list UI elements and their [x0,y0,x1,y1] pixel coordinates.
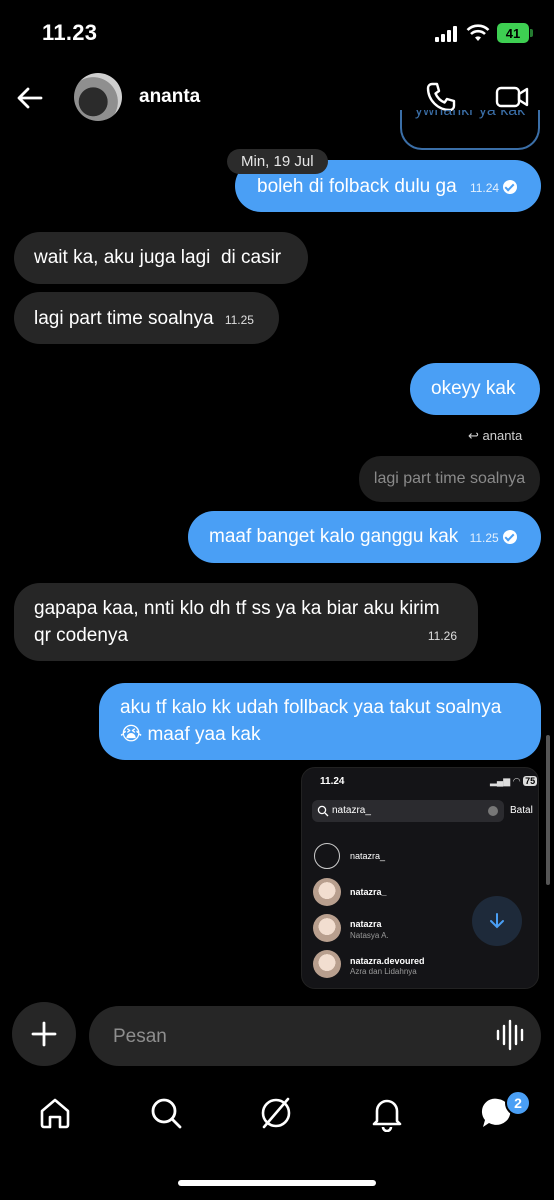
message-text: aku tf kalo kk udah follback yaa takut s… [120,697,502,745]
video-call-icon[interactable] [494,80,530,114]
preview-result-sub: Natasya A. [350,931,389,940]
preview-search-icon [317,805,329,817]
message-time: 11.25 [469,531,499,545]
attach-plus-button[interactable] [12,1002,76,1066]
message-text: lagi part time soalnya [34,308,214,329]
message-bubble-outgoing[interactable]: okeyy kak [410,363,540,415]
status-time: 11.23 [42,20,98,45]
date-chip: Min, 19 Jul [227,149,328,174]
preview-result-sub: Azra dan Lidahnya [350,967,417,976]
message-bubble-incoming[interactable]: gapapa kaa, nnti klo dh tf ss ya ka biar… [14,583,478,661]
preview-result-name: natazra_ [350,851,386,861]
preview-status-icons: ▂▄▆ ◠ 75 [490,776,538,786]
message-composer[interactable] [89,1006,541,1066]
message-bubble-incoming[interactable]: lagi part time soalnya 11.25 [14,292,279,344]
contact-name[interactable]: ananta [139,86,200,108]
preview-search-suggestion-icon [314,843,340,869]
read-check-icon [502,530,517,544]
signal-icon [435,26,457,42]
search-icon[interactable] [147,1094,185,1132]
message-text: wait ka, aku juga lagi di casir [34,247,282,268]
message-bubble-outgoing[interactable]: aku tf kalo kk udah follback yaa takut s… [99,683,541,760]
chat-scrollbar[interactable] [546,735,550,885]
message-time: 11.26 [427,629,457,643]
scroll-down-button[interactable] [472,896,522,946]
preview-status-time: 11.24 [320,776,345,787]
explore-icon[interactable] [257,1094,295,1132]
partial-message-text: ywhahkr ya kak [414,110,526,119]
preview-result-name: natazra_ [350,887,387,897]
battery-indicator: 41 [497,23,529,43]
home-icon[interactable] [36,1094,74,1132]
plus-icon [31,1021,57,1047]
message-text: maaf banget kalo ganggu kak [209,526,459,547]
message-time: 11.24 [469,181,500,195]
shared-screenshot-image[interactable]: 11.24 ▂▄▆ ◠ 75 natazra_ Batal natazra_ n… [301,767,539,989]
arrow-down-icon [490,913,504,929]
contact-avatar[interactable] [74,73,122,121]
message-input[interactable] [111,1021,475,1053]
read-check-icon [503,180,518,194]
message-text: okeyy kak [431,378,516,399]
preview-cancel-label: Batal [510,805,533,816]
preview-search-value: natazra_ [332,805,371,816]
message-bubble-incoming[interactable]: wait ka, aku juga lagi di casir [14,232,308,284]
wifi-icon [466,24,490,41]
message-time: 11.25 [224,313,254,327]
reply-quoted-message[interactable]: lagi part time soalnya [359,456,540,502]
preview-result-name: natazra [350,919,382,929]
preview-clear-icon [488,806,498,816]
preview-result-avatar [313,914,341,942]
preview-result-name: natazra.devoured [350,956,425,966]
battery-cap [530,29,533,37]
voice-message-icon[interactable] [496,1018,526,1052]
message-text: boleh di folback dulu ga [257,176,457,197]
reply-indicator: ↩ ananta [468,428,523,443]
back-arrow-icon[interactable] [14,82,46,114]
message-bubble-outgoing[interactable]: maaf banget kalo ganggu kak 11.25 [188,511,541,563]
partial-message-bubble: ywhahkr ya kak [400,110,540,150]
phone-call-icon[interactable] [424,80,458,114]
notifications-bell-icon[interactable] [368,1094,406,1132]
home-indicator[interactable] [178,1180,376,1186]
preview-battery: 75 [523,776,538,786]
reply-to-name: ananta [482,428,523,443]
messages-badge: 2 [505,1090,531,1116]
preview-result-avatar [313,950,341,978]
message-text: gapapa kaa, nnti klo dh tf ss ya ka biar… [34,598,440,646]
preview-result-avatar [313,878,341,906]
